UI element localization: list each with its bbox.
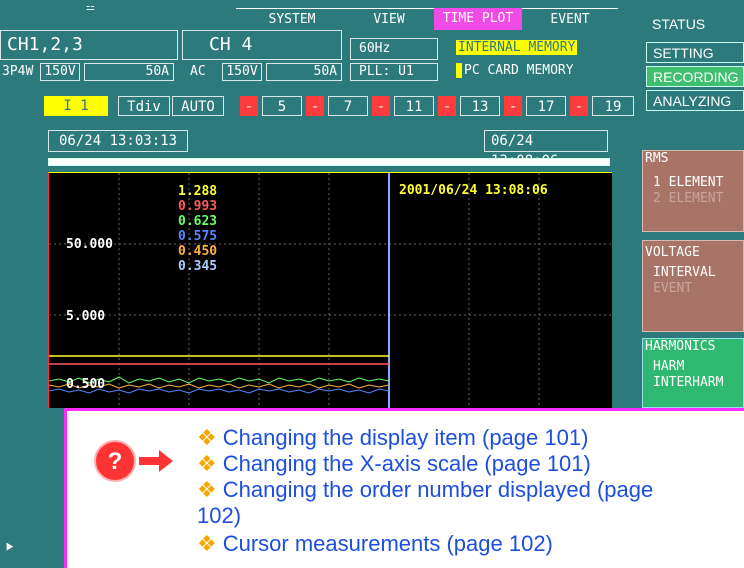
help-panel: ? ❖ Changing the display item (page 101) … bbox=[64, 408, 744, 568]
readout-2: 0.993 bbox=[178, 199, 218, 214]
harmonics-panel[interactable]: HARMONICS HARM INTERHARM bbox=[642, 338, 744, 408]
readout-6: 0.345 bbox=[178, 259, 218, 274]
readout-3: 0.623 bbox=[178, 214, 218, 229]
order-dash-5: - bbox=[504, 96, 522, 116]
order-dash-2: - bbox=[306, 96, 324, 116]
order-dash-1: - bbox=[240, 96, 258, 116]
order-dash-3: - bbox=[372, 96, 390, 116]
rms-panel[interactable]: RMS 1 ELEMENT 2 ELEMENT bbox=[642, 150, 744, 232]
ch4-current-range: 50A bbox=[266, 63, 342, 81]
order-7-button[interactable]: 7 bbox=[328, 96, 368, 116]
selected-item-button[interactable]: I 1 bbox=[44, 96, 108, 116]
internal-memory-label: INTERNAL MEMORY bbox=[456, 40, 578, 55]
voltage-panel[interactable]: VOLTAGE INTERVAL EVENT bbox=[642, 240, 744, 332]
ac-label: AC bbox=[190, 64, 206, 79]
order-19-button[interactable]: 19 bbox=[592, 96, 634, 116]
help-item-cursor[interactable]: ❖ Cursor measurements (page 102) bbox=[197, 531, 553, 557]
y-tick-low: 0.500 bbox=[66, 377, 106, 392]
order-11-button[interactable]: 11 bbox=[394, 96, 434, 116]
internal-memory-indicator: INTERNAL MEMORY bbox=[456, 38, 612, 58]
harmonics-interharm[interactable]: INTERHARM bbox=[643, 375, 743, 391]
readout-4: 0.575 bbox=[178, 229, 218, 244]
time-end: 06/24 13:08:06 bbox=[484, 130, 608, 169]
tab-view[interactable]: VIEW bbox=[344, 8, 434, 30]
voltage-event[interactable]: EVENT bbox=[643, 281, 743, 297]
rms-element-1[interactable]: 1 ELEMENT bbox=[643, 175, 743, 191]
harmonics-title: HARMONICS bbox=[645, 339, 716, 354]
plot-area[interactable]: 2001/06/24 13:08:06 bbox=[48, 172, 612, 408]
help-item-order-cont[interactable]: 102) bbox=[197, 503, 241, 529]
order-17-button[interactable]: 17 bbox=[526, 96, 566, 116]
help-icon: ? bbox=[94, 440, 173, 482]
rms-title: RMS bbox=[645, 151, 669, 166]
pc-card-memory-label: PC CARD MEMORY bbox=[456, 63, 574, 78]
frequency-box: 60Hz bbox=[350, 38, 438, 60]
status-setting[interactable]: SETTING bbox=[646, 42, 744, 63]
order-13-button[interactable]: 13 bbox=[460, 96, 500, 116]
cursor-timestamp: 2001/06/24 13:08:06 bbox=[399, 183, 548, 198]
order-5-button[interactable]: 5 bbox=[262, 96, 302, 116]
tab-system[interactable]: SYSTEM bbox=[236, 8, 348, 30]
wiring-label: 3P4W bbox=[2, 64, 34, 79]
current-range: 50A bbox=[84, 63, 174, 81]
status-recording[interactable]: RECORDING bbox=[646, 66, 744, 87]
connection-icon: ⚍ bbox=[86, 2, 95, 13]
channel-aux-box[interactable]: CH 4 bbox=[182, 30, 342, 60]
diamond-icon: ❖ bbox=[197, 531, 217, 556]
svg-text:?: ? bbox=[108, 448, 123, 475]
readout-1: 1.288 bbox=[178, 184, 218, 199]
status-analyzing[interactable]: ANALYZING bbox=[646, 90, 744, 111]
status-title: STATUS bbox=[652, 16, 706, 32]
plug-icon: ⯈ bbox=[4, 540, 16, 556]
help-item-xaxis[interactable]: ❖ Changing the X-axis scale (page 101) bbox=[197, 451, 591, 477]
tdiv-value-button[interactable]: AUTO bbox=[172, 96, 224, 116]
harmonics-harm[interactable]: HARM bbox=[643, 359, 743, 375]
time-start: 06/24 13:03:13 bbox=[48, 130, 188, 152]
diamond-icon: ❖ bbox=[197, 477, 217, 502]
voltage-title: VOLTAGE bbox=[645, 245, 700, 260]
y-tick-high: 50.000 bbox=[66, 237, 113, 252]
tab-event[interactable]: EVENT bbox=[522, 8, 618, 30]
help-item-display[interactable]: ❖ Changing the display item (page 101) bbox=[197, 425, 588, 451]
voltage-interval[interactable]: INTERVAL bbox=[643, 265, 743, 281]
time-scroll-bar[interactable] bbox=[48, 158, 610, 166]
y-tick-mid: 5.000 bbox=[66, 309, 106, 324]
readout-5: 0.450 bbox=[178, 244, 218, 259]
plot-grid bbox=[49, 173, 612, 408]
pc-card-memory-indicator: PC CARD MEMORY bbox=[456, 61, 612, 81]
ch4-voltage-range: 150V bbox=[222, 63, 262, 81]
pll-box: PLL: U1 bbox=[350, 63, 438, 81]
tab-time-plot[interactable]: TIME PLOT bbox=[434, 8, 522, 30]
help-item-order[interactable]: ❖ Changing the order number displayed (pa… bbox=[197, 477, 653, 503]
diamond-icon: ❖ bbox=[197, 425, 217, 450]
channel-main-box[interactable]: CH1,2,3 bbox=[0, 30, 178, 60]
order-dash-4: - bbox=[438, 96, 456, 116]
tdiv-label: Tdiv bbox=[118, 96, 170, 116]
order-dash-6: - bbox=[570, 96, 588, 116]
rms-element-2[interactable]: 2 ELEMENT bbox=[643, 191, 743, 207]
voltage-range: 150V bbox=[40, 63, 80, 81]
diamond-icon: ❖ bbox=[197, 451, 217, 476]
